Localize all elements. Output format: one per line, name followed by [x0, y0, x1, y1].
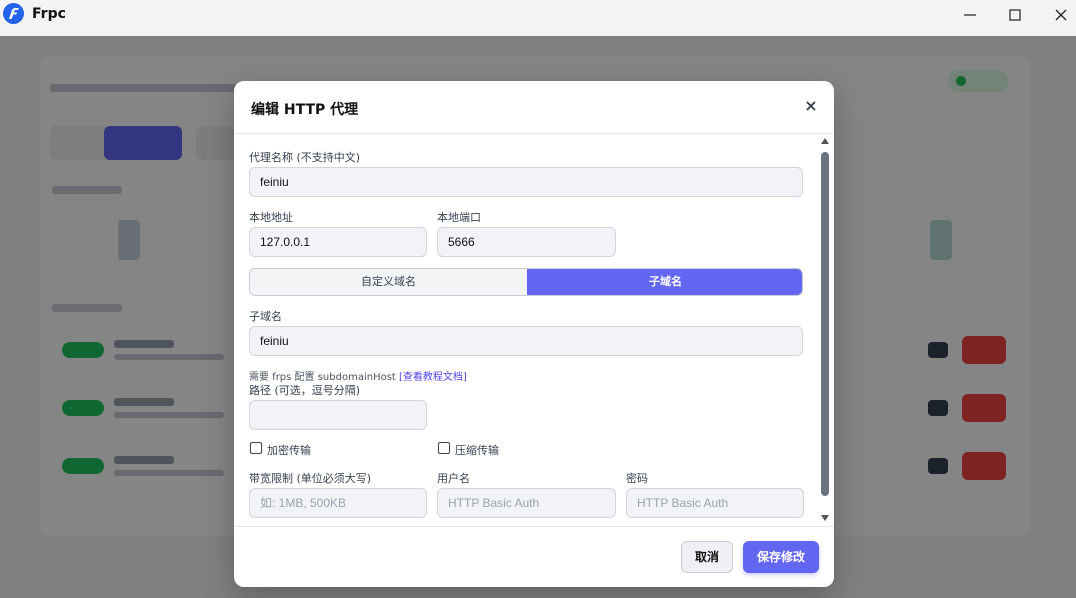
dialog-body: 代理名称 (不支持中文) feiniu 本地地址 127.0.0.1 本地端口 …: [234, 134, 834, 526]
domain-mode-toggle: 自定义域名 子域名: [249, 268, 803, 296]
local-port-input[interactable]: 5666: [437, 227, 616, 257]
dialog-scrollbar[interactable]: [819, 134, 831, 526]
path-input[interactable]: [249, 400, 427, 430]
cancel-button[interactable]: 取消: [681, 541, 733, 573]
local-address-label: 本地地址: [249, 211, 293, 224]
save-changes-button[interactable]: 保存修改: [743, 541, 819, 573]
subdomain-hint: 需要 frps 配置 subdomainHost [查看教程文档]: [249, 368, 467, 383]
subdomain-label: 子域名: [249, 310, 282, 323]
close-window-button[interactable]: [1051, 6, 1071, 24]
minimize-button[interactable]: [960, 6, 980, 24]
username-label: 用户名: [437, 472, 470, 485]
compress-checkbox[interactable]: [438, 442, 450, 454]
local-address-input[interactable]: 127.0.0.1: [249, 227, 427, 257]
scroll-down-arrow-icon[interactable]: [821, 515, 829, 521]
password-input[interactable]: HTTP Basic Auth: [626, 488, 804, 518]
proxy-name-input[interactable]: feiniu: [249, 167, 803, 197]
encrypt-checkbox[interactable]: [250, 442, 262, 454]
local-port-label: 本地端口: [437, 211, 481, 224]
path-label: 路径 (可选，逗号分隔): [249, 384, 361, 397]
bandwidth-label: 带宽限制 (单位必须大写): [249, 472, 372, 485]
username-input[interactable]: HTTP Basic Auth: [437, 488, 616, 518]
compress-label: 压缩传输: [455, 444, 499, 457]
scroll-up-arrow-icon[interactable]: [821, 138, 829, 144]
window-titlebar: Frpc: [0, 0, 1076, 36]
close-icon[interactable]: ×: [802, 97, 820, 115]
scrollbar-thumb[interactable]: [821, 152, 829, 496]
dialog-footer: 取消 保存修改: [234, 526, 834, 587]
subdomain-input[interactable]: feiniu: [249, 326, 803, 356]
dialog-title: 编辑 HTTP 代理: [251, 102, 359, 118]
edit-proxy-dialog: 编辑 HTTP 代理 × 代理名称 (不支持中文) feiniu 本地地址 12…: [234, 81, 834, 587]
maximize-button[interactable]: [1005, 6, 1025, 24]
password-label: 密码: [626, 472, 648, 485]
encrypt-label: 加密传输: [267, 444, 311, 457]
custom-domain-tab[interactable]: 自定义域名: [250, 269, 527, 295]
proxy-name-label: 代理名称 (不支持中文): [249, 151, 361, 164]
app-logo-icon: [3, 3, 24, 24]
app-title: Frpc: [32, 6, 66, 22]
subdomain-tab[interactable]: 子域名: [527, 269, 802, 295]
dialog-header: 编辑 HTTP 代理 ×: [234, 81, 834, 134]
bandwidth-input[interactable]: 如: 1MB, 500KB: [249, 488, 427, 518]
tutorial-docs-link[interactable]: [查看教程文档]: [399, 372, 467, 383]
